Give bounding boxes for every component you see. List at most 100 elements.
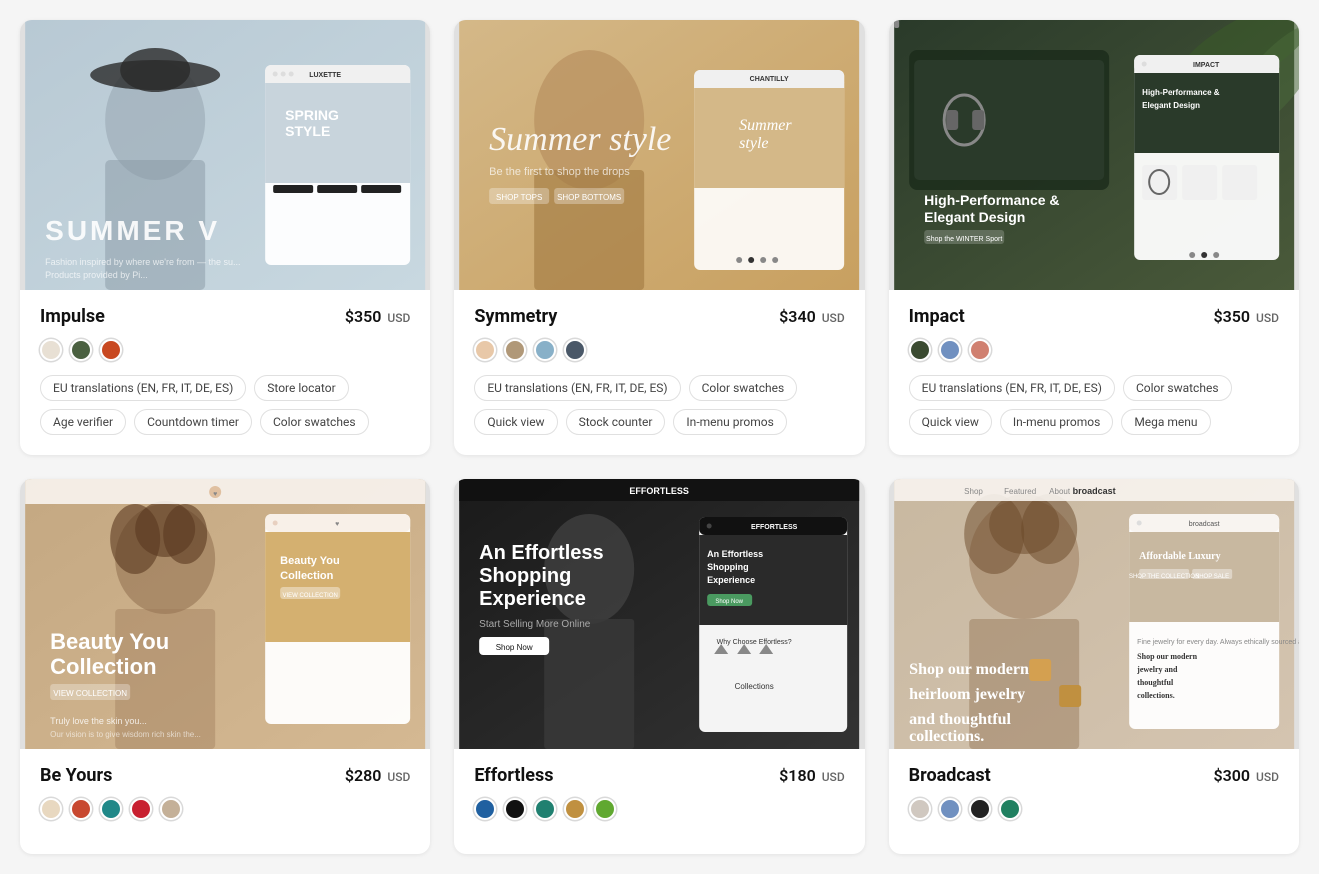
tag-0[interactable]: EU translations (EN, FR, IT, DE, ES) <box>40 375 246 401</box>
swatches-container <box>40 798 410 820</box>
tag-4[interactable]: Color swatches <box>260 409 369 435</box>
color-swatch-1[interactable] <box>70 798 92 820</box>
color-swatch-3[interactable] <box>130 798 152 820</box>
color-swatch-0[interactable] <box>474 798 496 820</box>
card-title-row: Impulse $350 USD <box>40 306 410 327</box>
svg-text:collections.: collections. <box>1137 691 1175 700</box>
card-price: $280 USD <box>345 766 411 785</box>
color-swatch-2[interactable] <box>100 798 122 820</box>
svg-text:VIEW COLLECTION: VIEW COLLECTION <box>282 593 337 599</box>
card-info-impulse: Impulse $350 USD EU translations (EN, FR… <box>20 290 430 455</box>
product-card-broadcast[interactable]: Shop Featured About broadcast Shop our m… <box>889 479 1299 854</box>
color-swatch-4[interactable] <box>160 798 182 820</box>
color-swatch-2[interactable] <box>534 798 556 820</box>
svg-text:Summer: Summer <box>739 117 792 134</box>
color-swatch-1[interactable] <box>70 339 92 361</box>
svg-text:LUXETTE: LUXETTE <box>309 72 341 79</box>
card-info-symmetry: Symmetry $340 USD EU translations (EN, F… <box>454 290 864 455</box>
product-card-effortless[interactable]: EFFORTLESS An Effortless Shopping Experi… <box>454 479 864 854</box>
card-preview-broadcast: Shop Featured About broadcast Shop our m… <box>889 479 1299 749</box>
color-swatch-4[interactable] <box>594 798 616 820</box>
color-swatch-0[interactable] <box>40 339 62 361</box>
swatches-container <box>474 798 844 820</box>
svg-text:Elegant Design: Elegant Design <box>1142 101 1200 110</box>
svg-text:Our vision is to give wisdom r: Our vision is to give wisdom rich skin t… <box>50 730 201 739</box>
color-swatch-2[interactable] <box>534 339 556 361</box>
svg-text:Featured: Featured <box>1004 487 1036 496</box>
tag-1[interactable]: Color swatches <box>689 375 798 401</box>
card-title: Be Yours <box>40 765 112 786</box>
tags-container: EU translations (EN, FR, IT, DE, ES) Colo… <box>909 375 1279 435</box>
tag-1[interactable]: Store locator <box>254 375 348 401</box>
svg-text:Fashion inspired by where we'r: Fashion inspired by where we're from — t… <box>45 257 240 267</box>
tags-container: EU translations (EN, FR, IT, DE, ES) Colo… <box>474 375 844 435</box>
svg-text:Fine jewelry for every day. Al: Fine jewelry for every day. Always ethic… <box>1137 639 1299 646</box>
tag-4[interactable]: In-menu promos <box>673 409 786 435</box>
color-swatch-0[interactable] <box>474 339 496 361</box>
color-swatch-1[interactable] <box>504 339 526 361</box>
svg-text:CHANTILLY: CHANTILLY <box>750 76 789 83</box>
color-swatch-1[interactable] <box>939 339 961 361</box>
card-title-row: Be Yours $280 USD <box>40 765 410 786</box>
tag-2[interactable]: Quick view <box>474 409 557 435</box>
svg-text:♥: ♥ <box>335 521 339 528</box>
svg-text:SHOP SALE: SHOP SALE <box>1195 574 1229 580</box>
color-swatch-2[interactable] <box>100 339 122 361</box>
color-swatch-0[interactable] <box>40 798 62 820</box>
card-title-row: Broadcast $300 USD <box>909 765 1279 786</box>
tag-3[interactable]: In-menu promos <box>1000 409 1113 435</box>
svg-text:STYLE: STYLE <box>285 123 330 139</box>
svg-text:SHOP TOPS: SHOP TOPS <box>496 193 542 202</box>
svg-text:Shop Now: Shop Now <box>716 599 744 605</box>
card-title: Impact <box>909 306 965 327</box>
color-swatch-0[interactable] <box>909 798 931 820</box>
card-price: $180 USD <box>779 766 845 785</box>
svg-text:High-Performance &: High-Performance & <box>924 192 1059 208</box>
card-preview-effortless: EFFORTLESS An Effortless Shopping Experi… <box>454 479 864 749</box>
svg-text:and thoughtful: and thoughtful <box>909 711 1011 728</box>
svg-text:Collection: Collection <box>50 654 156 679</box>
tag-3[interactable]: Countdown timer <box>134 409 252 435</box>
svg-text:EFFORTLESS: EFFORTLESS <box>630 486 690 496</box>
card-preview-impact: High-Performance & Elegant Design Shop t… <box>889 20 1299 290</box>
tag-3[interactable]: Stock counter <box>566 409 666 435</box>
svg-text:Shop the WINTER Sport: Shop the WINTER Sport <box>926 236 1002 243</box>
svg-text:SUMMER V: SUMMER V <box>45 215 220 246</box>
color-swatch-3[interactable] <box>564 339 586 361</box>
svg-text:Elegant Design: Elegant Design <box>924 209 1025 225</box>
color-swatch-3[interactable] <box>564 798 586 820</box>
tag-1[interactable]: Color swatches <box>1123 375 1232 401</box>
tag-2[interactable]: Age verifier <box>40 409 126 435</box>
card-currency: USD <box>387 770 410 784</box>
color-swatch-2[interactable] <box>969 798 991 820</box>
svg-text:High-Performance &: High-Performance & <box>1142 88 1220 97</box>
svg-text:SHOP BOTTOMS: SHOP BOTTOMS <box>557 193 621 202</box>
svg-text:Affordable Luxury: Affordable Luxury <box>1139 551 1220 562</box>
card-title: Broadcast <box>909 765 991 786</box>
svg-text:collections.: collections. <box>909 728 984 745</box>
swatches-container <box>909 339 1279 361</box>
product-card-beyours[interactable]: ♥ Beauty You Collection VIEW COLLECTION … <box>20 479 430 854</box>
svg-text:Shop: Shop <box>964 487 983 496</box>
tag-2[interactable]: Quick view <box>909 409 992 435</box>
product-card-symmetry[interactable]: Summer style Be the first to shop the dr… <box>454 20 864 455</box>
svg-text:Shop our modern: Shop our modern <box>909 661 1029 678</box>
card-title-row: Impact $350 USD <box>909 306 1279 327</box>
product-card-impulse[interactable]: SUMMER V Fashion inspired by where we're… <box>20 20 430 455</box>
card-preview-beyours: ♥ Beauty You Collection VIEW COLLECTION … <box>20 479 430 749</box>
color-swatch-1[interactable] <box>504 798 526 820</box>
product-card-impact[interactable]: High-Performance & Elegant Design Shop t… <box>889 20 1299 455</box>
card-price: $340 USD <box>779 307 845 326</box>
tag-4[interactable]: Mega menu <box>1121 409 1210 435</box>
color-swatch-0[interactable] <box>909 339 931 361</box>
card-info-beyours: Be Yours $280 USD <box>20 749 430 854</box>
svg-text:An Effortless: An Effortless <box>479 542 603 564</box>
svg-text:SHOP THE COLLECTION: SHOP THE COLLECTION <box>1129 574 1199 580</box>
color-swatch-1[interactable] <box>939 798 961 820</box>
tag-0[interactable]: EU translations (EN, FR, IT, DE, ES) <box>909 375 1115 401</box>
tag-0[interactable]: EU translations (EN, FR, IT, DE, ES) <box>474 375 680 401</box>
color-swatch-3[interactable] <box>999 798 1021 820</box>
svg-text:Beauty You: Beauty You <box>50 629 169 654</box>
color-swatch-2[interactable] <box>969 339 991 361</box>
card-info-impact: Impact $350 USD EU translations (EN, FR,… <box>889 290 1299 455</box>
